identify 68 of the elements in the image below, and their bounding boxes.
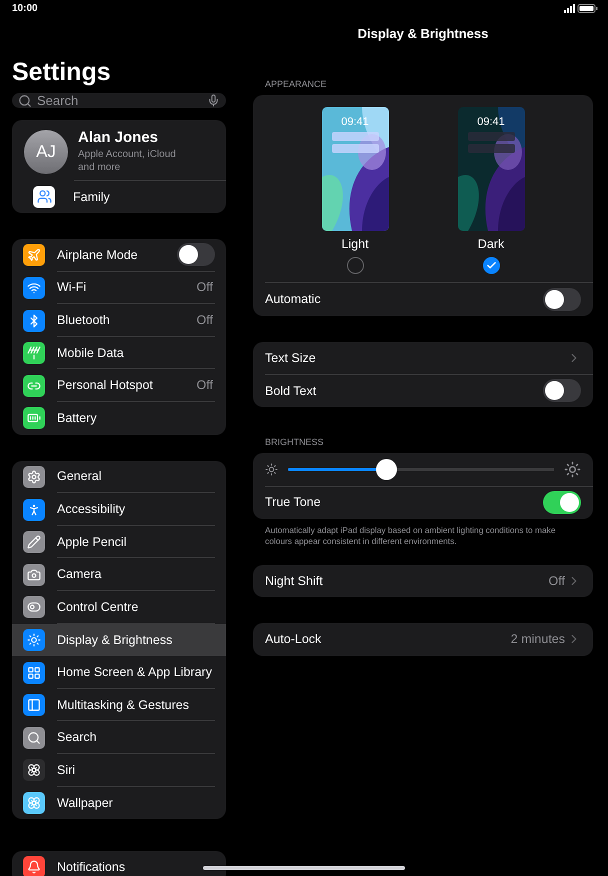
night-shift-row[interactable]: Night Shift Off bbox=[253, 564, 593, 597]
sidebar-item[interactable]: Home Screen & App Library bbox=[12, 656, 226, 689]
sidebar-item[interactable]: Battery bbox=[12, 402, 226, 435]
row-value: 2 minutes bbox=[510, 632, 565, 646]
page-title: Display & Brightness bbox=[358, 26, 488, 41]
sidebar-item[interactable]: Notifications bbox=[12, 851, 226, 876]
sidebar-item[interactable]: Accessibility bbox=[12, 493, 226, 526]
section-header: APPEARANCE bbox=[265, 79, 328, 89]
sidebar-label: Battery bbox=[57, 411, 98, 426]
true-tone-label: True Tone bbox=[265, 495, 322, 510]
family-row[interactable]: Family bbox=[12, 180, 226, 214]
row-label: Night Shift bbox=[265, 574, 324, 588]
sidebar-item[interactable]: Camera bbox=[12, 558, 226, 592]
automatic-label: Automatic bbox=[265, 292, 322, 306]
sidebar-label: Search bbox=[57, 730, 98, 744]
row-label: Text Size bbox=[265, 350, 317, 365]
profile-card[interactable]: AJ Alan Jones Apple Account, iCloud and more Family bbox=[12, 120, 226, 214]
sidebar-item[interactable]: Siri bbox=[12, 754, 226, 787]
footnote: Automatically adapt iPad display based on ambient lighting conditions to make colours appear consistent in different environments. bbox=[264, 524, 557, 546]
sidebar-item[interactable]: Mobile Data bbox=[12, 336, 226, 370]
sidebar-item[interactable]: Wi-Fi Off bbox=[12, 272, 226, 304]
sidebar-label: Siri bbox=[57, 762, 76, 777]
sidebar-item[interactable]: Multitasking & Gestures bbox=[12, 688, 226, 722]
avatar: AJ bbox=[24, 130, 68, 174]
sidebar-label: Wi-Fi bbox=[57, 280, 88, 294]
sidebar-label: Bluetooth bbox=[57, 313, 111, 328]
search-field[interactable]: Search bbox=[12, 93, 226, 108]
status-time: 10:00 bbox=[12, 3, 38, 14]
row-label: Auto-Lock bbox=[265, 632, 322, 646]
search-placeholder: Search bbox=[37, 93, 80, 108]
profile-subtitle: Apple Account, iCloud and more bbox=[78, 148, 177, 174]
preview-clock: 09:41 bbox=[340, 116, 370, 128]
sidebar-item[interactable]: Wallpaper bbox=[12, 786, 226, 820]
sidebar-label: Apple Pencil bbox=[57, 534, 128, 549]
sidebar-item[interactable]: Apple Pencil bbox=[12, 526, 226, 558]
settings-row[interactable]: Bold Text bbox=[253, 374, 593, 407]
sidebar-item[interactable]: Personal Hotspot Off bbox=[12, 369, 226, 402]
sidebar-label: Home Screen & App Library bbox=[57, 665, 213, 680]
sidebar-item[interactable]: General bbox=[12, 460, 226, 494]
sidebar-label: Multitasking & Gestures bbox=[57, 698, 190, 712]
settings-title: Settings bbox=[12, 58, 112, 87]
appearance-label: Dark bbox=[478, 237, 504, 251]
preview-clock: 09:41 bbox=[476, 116, 506, 128]
sidebar-label: Personal Hotspot bbox=[57, 378, 154, 392]
sidebar-label: Wallpaper bbox=[57, 796, 114, 810]
sidebar-label: Control Centre bbox=[57, 600, 140, 614]
appearance-label: Light bbox=[341, 237, 369, 251]
settings-row[interactable]: Text Size bbox=[253, 342, 593, 374]
sidebar-label: General bbox=[57, 469, 102, 484]
sidebar-item[interactable]: Airplane Mode bbox=[12, 239, 226, 272]
sidebar-label: Mobile Data bbox=[57, 346, 125, 360]
sidebar-item[interactable]: Display & Brightness bbox=[12, 624, 226, 656]
sidebar-label: Display & Brightness bbox=[57, 632, 174, 647]
sidebar-label: Notifications bbox=[57, 860, 126, 874]
sidebar-item[interactable]: Bluetooth Off bbox=[12, 304, 226, 337]
family-label: Family bbox=[73, 190, 111, 204]
profile-name: Alan Jones bbox=[78, 129, 160, 146]
sidebar-value: Off bbox=[196, 313, 213, 328]
sidebar-item[interactable]: Search bbox=[12, 721, 226, 754]
sidebar-label: Accessibility bbox=[57, 502, 126, 516]
sidebar-value: Off bbox=[196, 280, 213, 294]
row-value: Off bbox=[548, 574, 565, 588]
sidebar-label: Airplane Mode bbox=[57, 248, 139, 262]
auto-lock-row[interactable]: Auto-Lock 2 minutes bbox=[253, 623, 593, 656]
sidebar-value: Off bbox=[196, 378, 213, 392]
section-header: BRIGHTNESS bbox=[265, 437, 325, 447]
sidebar-label: Camera bbox=[57, 567, 102, 582]
row-label: Bold Text bbox=[265, 384, 318, 398]
